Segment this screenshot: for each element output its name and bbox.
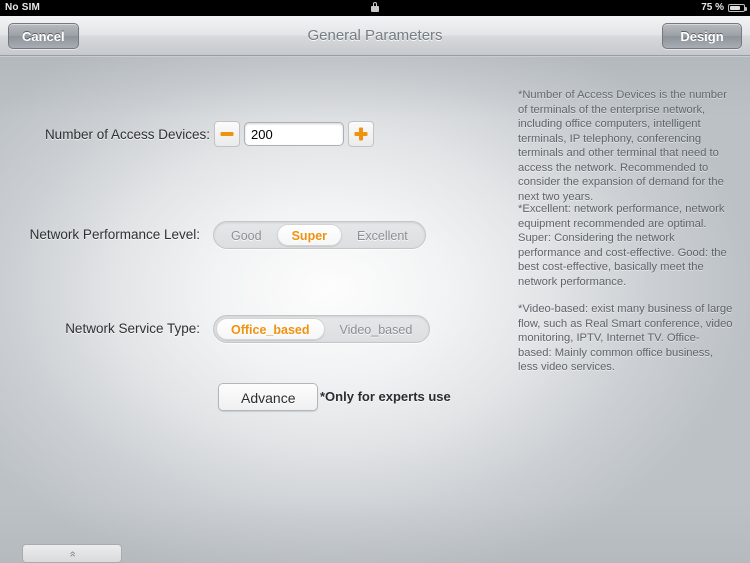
segment-excellent[interactable]: Excellent (342, 224, 423, 246)
access-devices-input[interactable] (244, 122, 344, 146)
decrement-button[interactable] (214, 121, 240, 147)
increment-button[interactable] (348, 121, 374, 147)
content-area: Number of Access Devices: Network Perfor… (0, 57, 750, 563)
rotation-lock-indicator (0, 0, 750, 16)
app-screen: No SIM 75 % Cancel General Parameters De… (0, 0, 750, 563)
battery-icon (728, 4, 747, 12)
advance-note: *Only for experts use (320, 389, 451, 404)
performance-level-segmented-control: Good Super Excellent (213, 221, 426, 249)
service-type-label: Network Service Type: (65, 321, 200, 336)
design-button[interactable]: Design (662, 23, 742, 49)
help-paragraph-service-type: *Video-based: exist many business of lar… (518, 303, 733, 373)
access-devices-stepper (214, 121, 374, 147)
navigation-bar: Cancel General Parameters Design (0, 16, 750, 56)
access-devices-label: Number of Access Devices: (44, 127, 210, 142)
segment-super[interactable]: Super (276, 224, 343, 246)
advance-button[interactable]: Advance (218, 383, 319, 411)
performance-level-label: Network Performance Level: (29, 227, 200, 242)
expand-panel-button[interactable]: « (22, 544, 122, 563)
battery-indicator: 75 % (701, 0, 747, 16)
segment-good[interactable]: Good (216, 224, 277, 246)
help-paragraph-access-devices: *Number of Access Devices is the number … (518, 89, 727, 203)
lock-icon (371, 2, 379, 12)
chevron-double-up-icon: « (66, 550, 79, 557)
battery-percent-label: 75 % (701, 2, 724, 13)
service-type-segmented-control: Office_based Video_based (213, 315, 431, 343)
minus-icon (220, 132, 234, 136)
segment-video-based[interactable]: Video_based (325, 318, 428, 340)
status-bar: No SIM 75 % (0, 0, 750, 16)
page-title: General Parameters (307, 27, 443, 44)
segment-office-based[interactable]: Office_based (216, 318, 325, 340)
help-paragraph-performance-level: *Excellent: network performance, network… (518, 203, 727, 288)
